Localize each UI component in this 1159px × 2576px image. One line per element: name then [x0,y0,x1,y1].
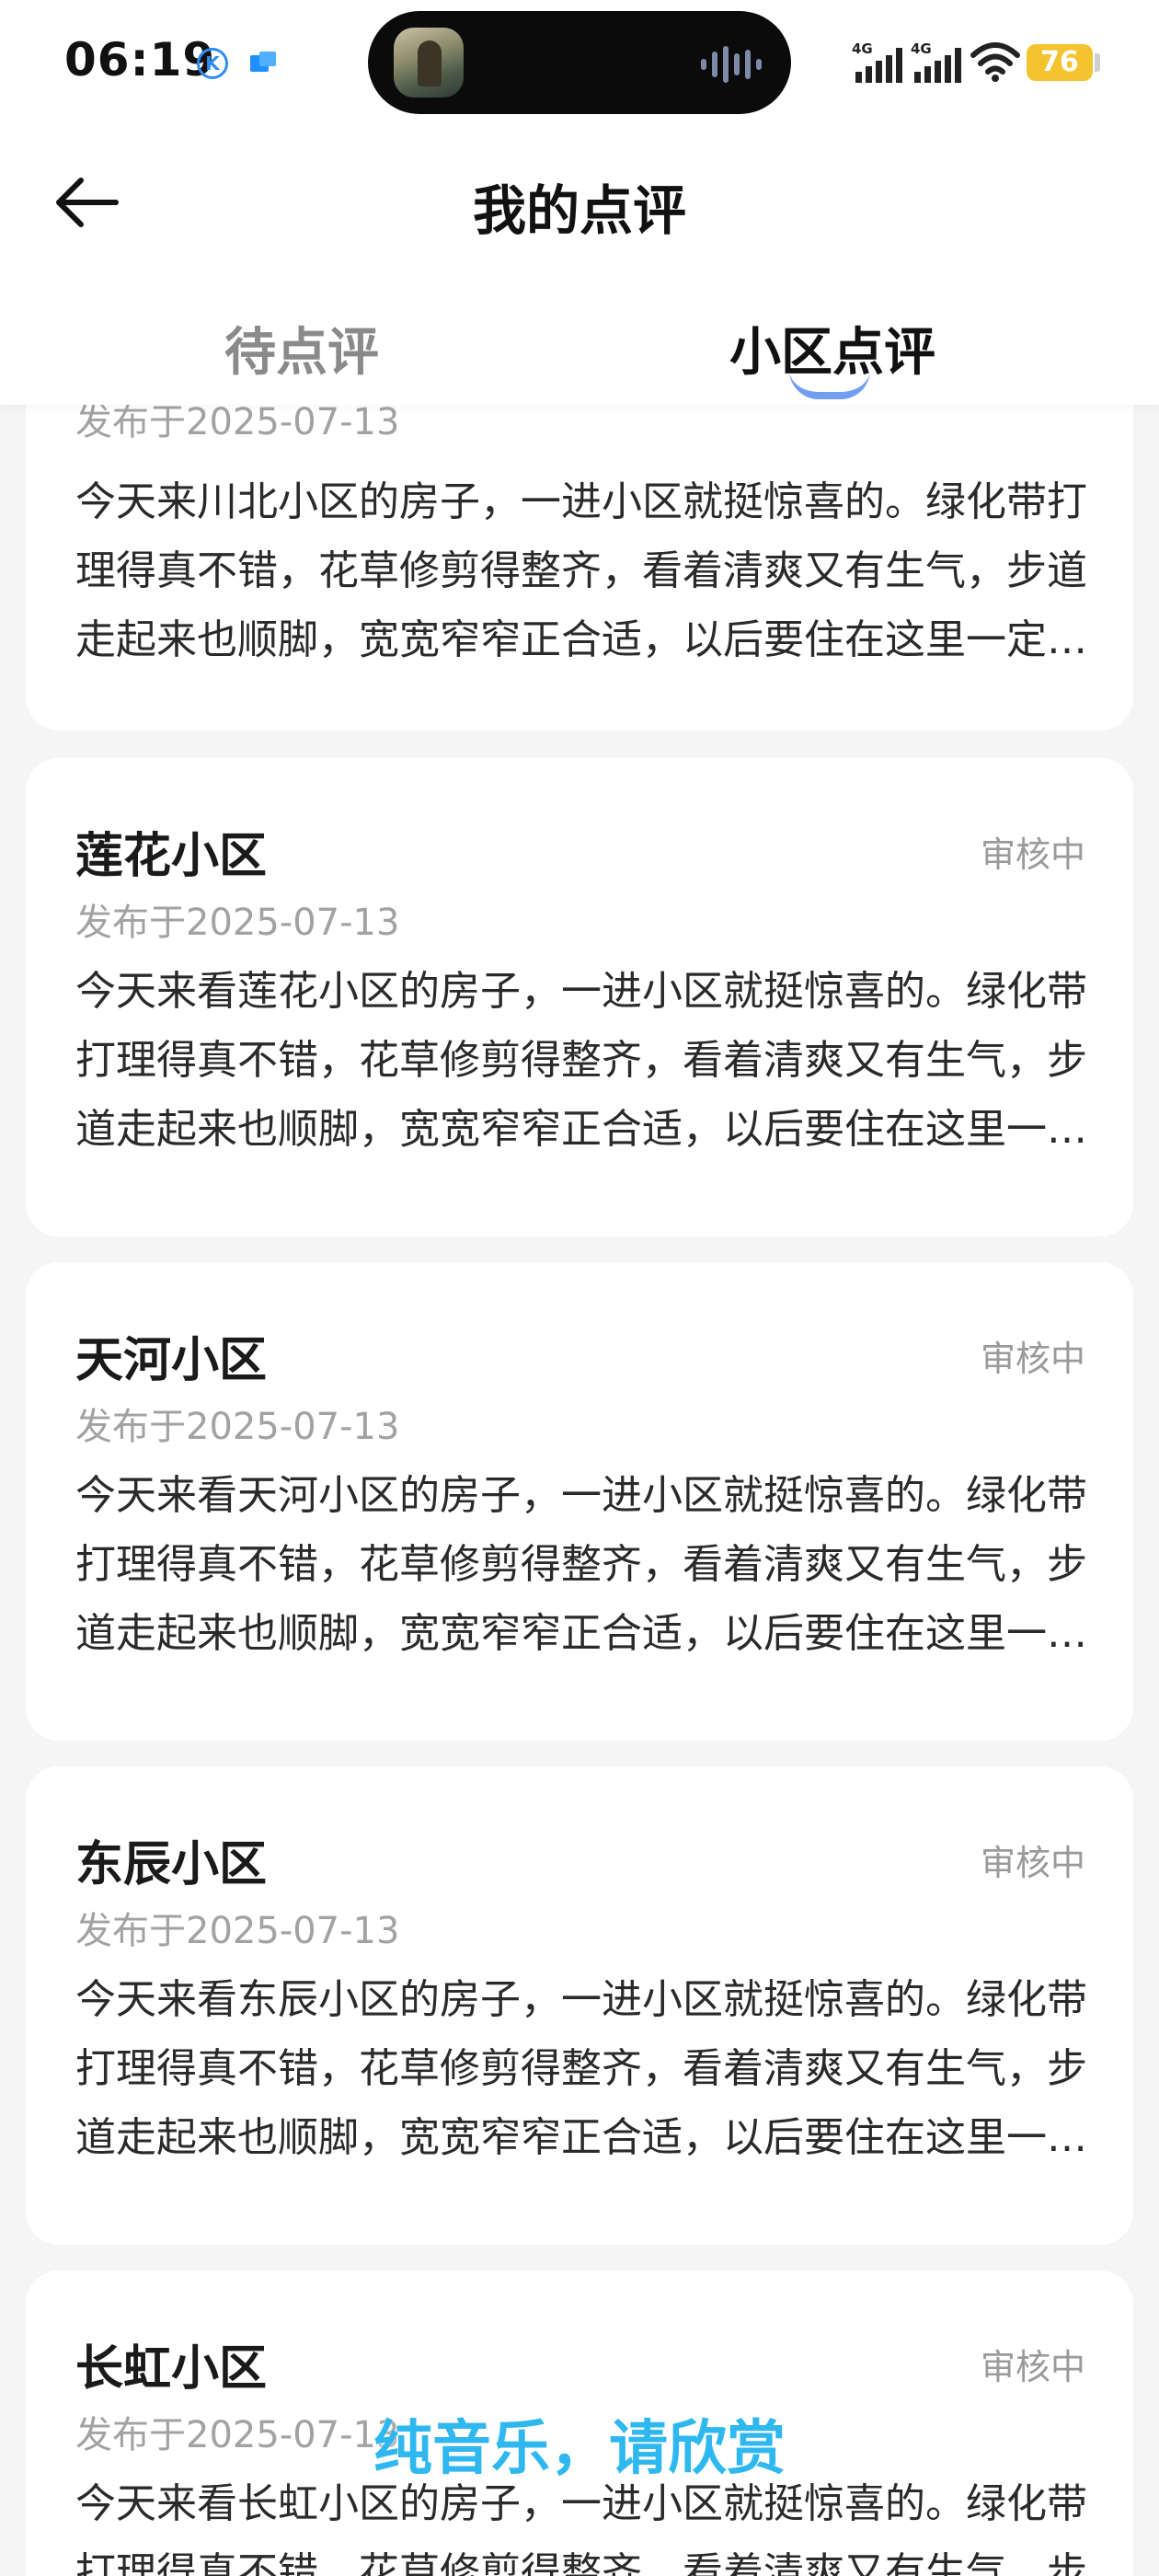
review-date: 发布于2025-07-13 [75,902,400,944]
review-text: 今天来川北小区的房子，一进小区就挺惊喜的。绿化带打理得真不错，花草修剪得整齐，看… [75,478,1087,663]
battery-tip [1095,53,1100,72]
active-tab-indicator [789,370,870,399]
wifi-icon [970,42,1020,82]
svg-text:4G: 4G [852,40,873,57]
header: 我的点评 待点评 小区点评 [0,129,1159,405]
audio-wave-icon [701,46,762,83]
status-time: 06:19 [64,33,216,86]
review-card[interactable]: 东辰小区 审核中 发布于2025-07-13 今天来看东辰小区的房子，一进小区就… [26,1766,1133,2245]
notification-k-icon: K [197,48,228,79]
cellular-signal-icon: 4G [911,40,961,83]
review-text: 今天来看天河小区的房子，一进小区就挺惊喜的。绿化带打理得真不错，花草修剪得整齐，… [75,1472,1087,1657]
community-name: 莲花小区 [75,829,268,884]
tab-pending-review[interactable]: 待点评 [164,311,440,385]
cellular-signal-icon: 4G [852,40,902,83]
now-playing-cover-icon[interactable] [394,28,464,98]
notification-app-icon [250,52,276,72]
review-text: 今天来看莲花小区的房子，一进小区就挺惊喜的。绿化带打理得真不错，花草修剪得整齐，… [75,968,1087,1153]
battery-icon: 76 [1027,44,1093,81]
review-text: 今天来看东辰小区的房子，一进小区就挺惊喜的。绿化带打理得真不错，花草修剪得整齐，… [75,1976,1087,2161]
community-name: 天河小区 [75,1333,268,1388]
dynamic-island[interactable] [368,11,791,114]
svg-text:4G: 4G [911,40,932,57]
status-bar: 06:19 K 4G 4G 76 [0,0,1159,129]
review-date: 发布于2025-07-13 [75,1910,400,1952]
review-status-badge: 审核中 [980,2347,1085,2387]
community-name: 东辰小区 [75,1837,268,1892]
review-card[interactable]: 天河小区 审核中 发布于2025-07-13 今天来看天河小区的房子，一进小区就… [26,1262,1133,1741]
music-caption-overlay: 纯音乐，请欣赏 [373,2415,786,2483]
review-card[interactable]: 莲花小区 审核中 发布于2025-07-13 今天来看莲花小区的房子，一进小区就… [26,758,1133,1236]
review-status-badge: 审核中 [980,1843,1085,1883]
page-title: 我的点评 [472,179,686,242]
review-status-badge: 审核中 [980,834,1085,875]
community-name: 长虹小区 [75,2341,268,2397]
app-screen: 06:19 K 4G 4G 76 我的点评 待点评 小区点评 发布于2025-0… [0,0,1159,2576]
review-status-badge: 审核中 [980,1339,1085,1379]
review-date: 发布于2025-07-13 [75,1406,400,1448]
